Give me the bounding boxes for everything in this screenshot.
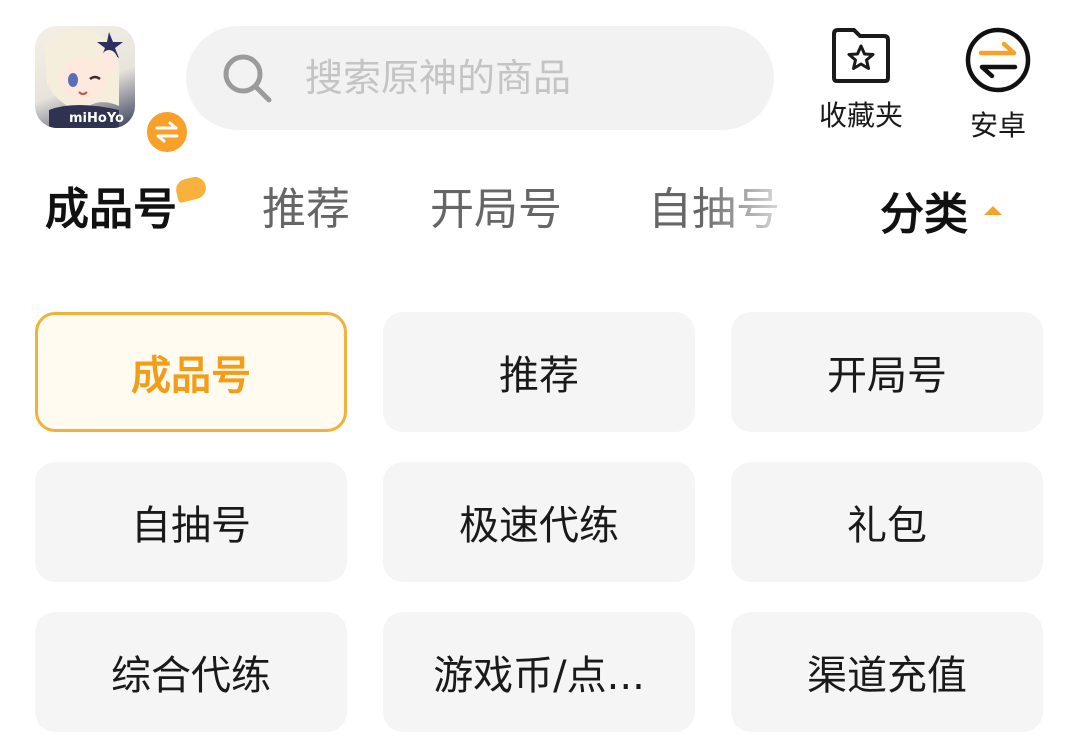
favorites-label: 收藏夹: [818, 99, 903, 132]
category-self-pull-account[interactable]: 自抽号: [35, 462, 347, 582]
tab-starter-account[interactable]: 开局号: [430, 170, 562, 250]
star-folder-icon: [830, 26, 892, 88]
swap-circle-icon: [964, 26, 1032, 98]
search-icon: [219, 50, 275, 106]
category-toggle-label: 分类: [880, 189, 968, 240]
tab-bar: 成品号 推荐 开局号 自抽号 分类: [0, 170, 1079, 250]
category-recommended[interactable]: 推荐: [383, 312, 695, 432]
android-switch-button[interactable]: 安卓: [955, 26, 1041, 144]
category-express-boosting[interactable]: 极速代练: [383, 462, 695, 582]
category-starter-account[interactable]: 开局号: [731, 312, 1043, 432]
tab-finished-account[interactable]: 成品号: [45, 170, 177, 250]
hot-dot-icon: [173, 174, 209, 204]
category-grid: 成品号 推荐 开局号 自抽号 极速代练 礼包 综合代练 游戏币/点... 渠道充…: [35, 312, 1043, 732]
category-channel-topup[interactable]: 渠道充值: [731, 612, 1043, 732]
swap-arrows-icon[interactable]: [144, 109, 190, 155]
tab-self-pull-account[interactable]: 自抽号: [648, 170, 780, 250]
category-game-currency[interactable]: 游戏币/点...: [383, 612, 695, 732]
category-finished-account[interactable]: 成品号: [35, 312, 347, 432]
tab-recommended[interactable]: 推荐: [262, 170, 350, 250]
category-toggle[interactable]: 分类: [880, 170, 1002, 250]
app-logo-text: miHoYo: [69, 111, 124, 126]
category-general-boosting[interactable]: 综合代练: [35, 612, 347, 732]
favorites-button[interactable]: 收藏夹: [812, 26, 910, 134]
caret-up-icon: [984, 205, 1002, 215]
search-bar[interactable]: [186, 26, 774, 130]
android-label: 安卓: [969, 109, 1026, 142]
search-input[interactable]: [305, 56, 765, 100]
app-icon[interactable]: miHoYo: [35, 26, 190, 155]
category-gift-pack[interactable]: 礼包: [731, 462, 1043, 582]
genshin-app-icon: miHoYo: [35, 26, 135, 128]
